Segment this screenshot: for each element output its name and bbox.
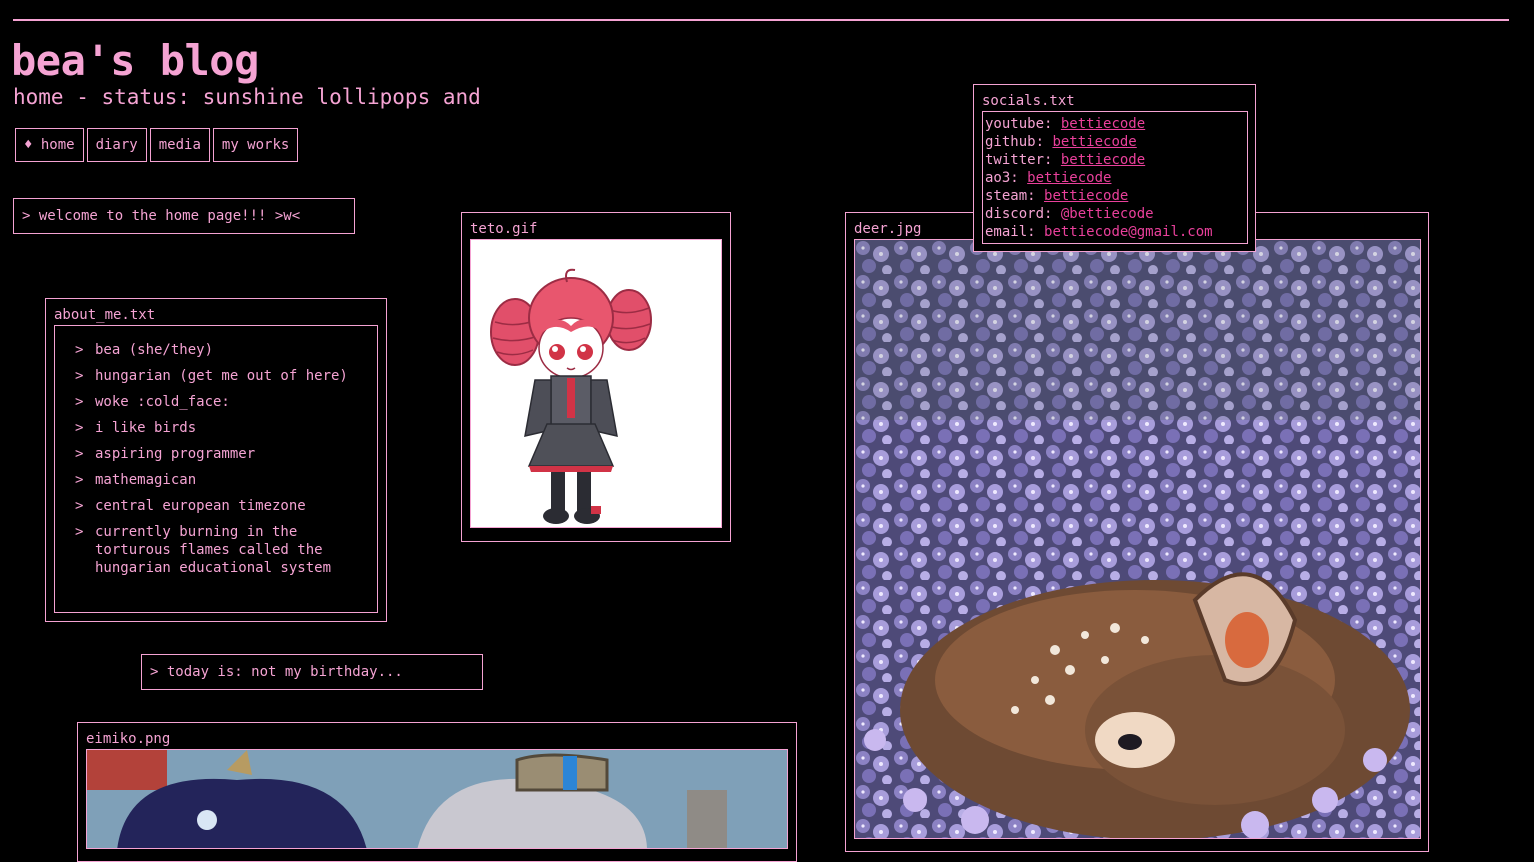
about-item: i like birds	[75, 419, 369, 437]
social-row-steam: steam: bettiecode	[983, 187, 1247, 205]
nav-my-works-button[interactable]: my works	[212, 128, 299, 162]
nav-home-button[interactable]: ♦ home	[15, 128, 84, 162]
social-label: email:	[985, 224, 1036, 240]
about-item: aspiring programmer	[75, 445, 369, 463]
eimiko-png-image	[86, 749, 788, 849]
about-item: central european timezone	[75, 497, 369, 515]
about-item: mathemagican	[75, 471, 369, 489]
about-list: bea (she/they) hungarian (get me out of …	[55, 326, 377, 577]
status-line: home - status: sunshine lollipops and	[13, 85, 481, 109]
deer-in-flowers-photo	[855, 240, 1420, 838]
socials-window: socials.txt youtube: bettiecode github: …	[973, 84, 1256, 252]
social-row-github: github: bettiecode	[983, 133, 1247, 151]
about-window: about_me.txt bea (she/they) hungarian (g…	[45, 298, 387, 622]
about-item: woke :cold_face:	[75, 393, 369, 411]
steam-link[interactable]: bettiecode	[1044, 188, 1128, 204]
welcome-message: > welcome to the home page!!! >w<	[13, 198, 355, 234]
email-address[interactable]: bettiecode@gmail.com	[1044, 224, 1213, 240]
social-label: discord:	[985, 206, 1053, 222]
header-rule	[13, 19, 1509, 21]
about-window-title: about_me.txt	[54, 307, 156, 323]
site-title: bea's blog	[11, 36, 259, 85]
about-window-body: bea (she/they) hungarian (get me out of …	[54, 325, 378, 613]
social-row-ao3: ao3: bettiecode	[983, 169, 1247, 187]
social-label: ao3:	[985, 170, 1019, 186]
discord-handle: @bettiecode	[1060, 206, 1154, 222]
social-row-twitter: twitter: bettiecode	[983, 151, 1247, 169]
deer-jpg-image	[854, 239, 1421, 839]
github-link[interactable]: bettiecode	[1052, 134, 1136, 150]
about-item: hungarian (get me out of here)	[75, 367, 369, 385]
social-row-email: email: bettiecode@gmail.com	[983, 223, 1247, 241]
youtube-link[interactable]: bettiecode	[1061, 116, 1145, 132]
teto-window: teto.gif	[461, 212, 731, 542]
social-label: steam:	[985, 188, 1036, 204]
twitter-link[interactable]: bettiecode	[1061, 152, 1145, 168]
nav-media-button[interactable]: media	[149, 128, 210, 162]
teto-window-title: teto.gif	[470, 221, 538, 237]
socials-window-title: socials.txt	[982, 93, 1075, 109]
about-item: bea (she/they)	[75, 341, 369, 359]
teto-gif-image	[470, 239, 722, 528]
deer-window: deer.jpg	[845, 212, 1429, 852]
social-label: github:	[985, 134, 1045, 150]
social-label: youtube:	[985, 116, 1053, 132]
teto-chibi-illustration	[490, 268, 652, 524]
social-row-youtube: youtube: bettiecode	[983, 115, 1247, 133]
eimiko-window-title: eimiko.png	[86, 731, 171, 747]
about-item: currently burning in the torturous flame…	[75, 523, 369, 577]
eimiko-window: eimiko.png	[77, 722, 797, 862]
birthday-message: > today is: not my birthday...	[141, 654, 483, 690]
nav-bar: ♦ home diary media my works	[15, 128, 299, 162]
eimiko-illustration	[87, 750, 787, 848]
social-row-discord: discord: @bettiecode	[983, 205, 1247, 223]
socials-window-body: youtube: bettiecode github: bettiecode t…	[982, 111, 1248, 244]
nav-diary-button[interactable]: diary	[86, 128, 147, 162]
social-label: twitter:	[985, 152, 1053, 168]
ao3-link[interactable]: bettiecode	[1027, 170, 1111, 186]
deer-window-title: deer.jpg	[854, 221, 922, 237]
